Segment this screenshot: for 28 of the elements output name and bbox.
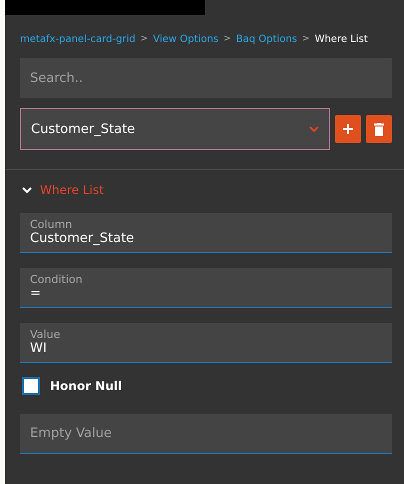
breadcrumb-separator: > <box>140 34 148 44</box>
breadcrumb-link[interactable]: metafx-panel-card-grid <box>20 34 136 44</box>
plus-icon <box>342 123 354 135</box>
breadcrumb-separator: > <box>302 34 310 44</box>
field-value: WI <box>30 341 48 356</box>
field-label: Value <box>30 328 62 341</box>
breadcrumb-link[interactable]: View Options <box>153 34 218 44</box>
form-field[interactable]: Column Customer_State <box>20 213 392 253</box>
form-field[interactable]: Condition = <box>20 268 392 308</box>
chevron-down-icon <box>309 126 319 132</box>
chevron-down-icon[interactable] <box>22 186 32 194</box>
field-value: Customer_State <box>30 231 136 246</box>
breadcrumb-link[interactable]: Where List <box>314 34 368 44</box>
dropdown[interactable]: Customer_State <box>20 108 330 150</box>
delete-button[interactable] <box>366 115 392 143</box>
form-field[interactable]: Value WI <box>20 323 392 363</box>
trash-icon <box>374 122 384 136</box>
search-field[interactable]: Search.. <box>20 58 392 98</box>
checkbox-label: Honor Null <box>50 379 122 393</box>
field-label: Condition <box>30 273 84 286</box>
input-field[interactable]: Empty Value <box>20 414 392 454</box>
checkbox[interactable] <box>22 377 40 395</box>
section-title: Where List <box>40 183 104 197</box>
breadcrumb-separator: > <box>224 34 232 44</box>
add-button[interactable] <box>335 115 361 143</box>
field-label: Column <box>30 218 74 231</box>
field-value: = <box>30 286 42 301</box>
breadcrumb-link[interactable]: Baq Options <box>236 34 298 44</box>
